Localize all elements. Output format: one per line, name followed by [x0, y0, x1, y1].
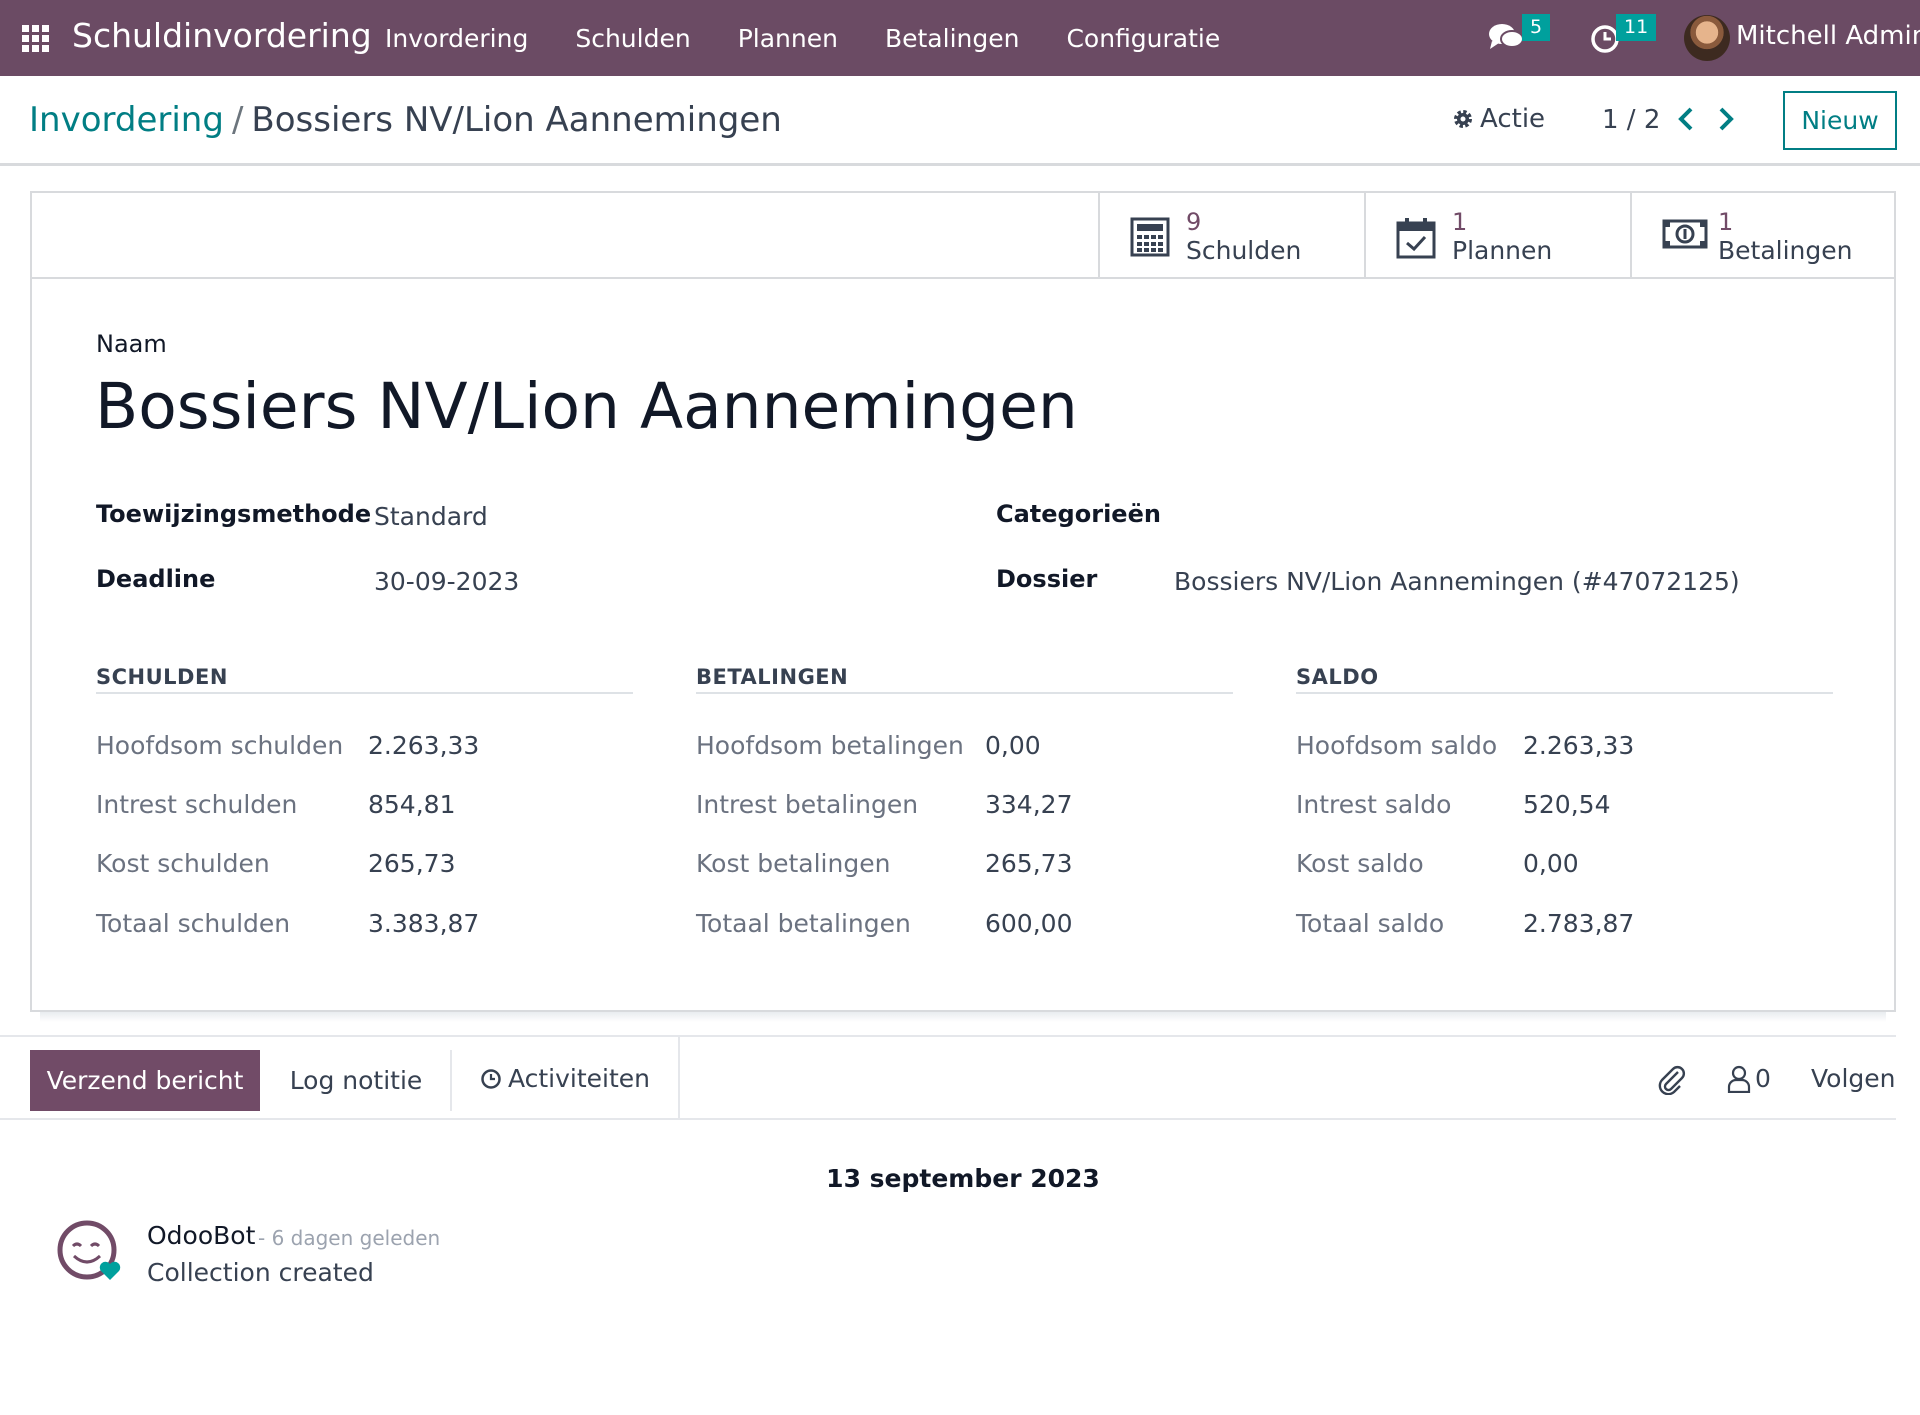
chat-icon[interactable] [1488, 22, 1524, 52]
kost-betalingen-label: Kost betalingen [696, 849, 891, 878]
odoobot-avatar [57, 1220, 121, 1280]
hoofdsom-saldo-label: Hoofdsom saldo [1296, 731, 1498, 760]
activities-badge: 11 [1616, 14, 1657, 41]
dossier-value[interactable]: Bossiers NV/Lion Aannemingen (#47072125) [1174, 567, 1740, 596]
totaal-saldo-value: 2.783,87 [1523, 909, 1635, 938]
activities-button[interactable]: Activiteiten [452, 1037, 680, 1120]
message-body: Collection created [147, 1258, 374, 1287]
activities-label: Activiteiten [507, 1064, 651, 1093]
smart-button-value: 1 [1718, 208, 1734, 236]
intrest-betalingen-value: 334,27 [985, 790, 1073, 819]
menu-invordering[interactable]: Invordering [385, 24, 528, 53]
kost-betalingen-value: 265,73 [985, 849, 1073, 878]
user-icon [1727, 1065, 1751, 1093]
categorieen-label: Categorieën [996, 500, 1161, 528]
name-label: Naam [96, 330, 167, 358]
smart-button-plannen[interactable]: 1 Plannen [1364, 193, 1630, 277]
log-note-button[interactable]: Log notitie [262, 1050, 452, 1111]
form-sheet: 9 Schulden 1 Plannen 1 Betalingen Naam B… [30, 191, 1896, 1012]
group-divider [1296, 692, 1833, 694]
hoofdsom-schulden-value: 2.263,33 [368, 731, 480, 760]
group-title-betalingen: BETALINGEN [696, 665, 849, 689]
deadline-value[interactable]: 30-09-2023 [374, 567, 519, 596]
gear-icon [1454, 110, 1472, 128]
paperclip-icon[interactable] [1656, 1063, 1686, 1095]
menu-plannen[interactable]: Plannen [738, 24, 838, 53]
menu-betalingen[interactable]: Betalingen [885, 24, 1020, 53]
intrest-betalingen-label: Intrest betalingen [696, 790, 919, 819]
kost-saldo-label: Kost saldo [1296, 849, 1424, 878]
user-avatar[interactable] [1684, 15, 1730, 61]
intrest-saldo-label: Intrest saldo [1296, 790, 1452, 819]
followers-button[interactable]: 0 [1727, 1064, 1771, 1093]
breadcrumb-separator: / [231, 100, 244, 140]
apps-grid-icon[interactable] [22, 25, 49, 52]
totaal-schulden-label: Totaal schulden [96, 909, 291, 938]
clock-icon [481, 1068, 501, 1089]
chevron-left-icon[interactable] [1676, 106, 1696, 132]
chatter-toolbar: Verzend bericht Log notitie Activiteiten… [0, 1035, 1896, 1120]
money-icon [1662, 219, 1708, 249]
action-menu-button[interactable]: Actie [1452, 104, 1545, 134]
group-divider [96, 692, 633, 694]
menu-schulden[interactable]: Schulden [575, 24, 690, 53]
intrest-schulden-label: Intrest schulden [96, 790, 298, 819]
action-label: Actie [1480, 104, 1546, 134]
pager-value[interactable]: 1 / 2 [1602, 105, 1660, 135]
totaal-schulden-value: 3.383,87 [368, 909, 480, 938]
sheet-shadow [40, 1012, 1886, 1022]
top-navbar: Schuldinvordering Invordering Schulden P… [0, 0, 1920, 76]
kost-schulden-label: Kost schulden [96, 849, 270, 878]
group-title-saldo: SALDO [1296, 665, 1379, 689]
main-menu: Invordering Schulden Plannen Betalingen … [385, 0, 1267, 76]
calendar-check-icon [1396, 218, 1436, 259]
message-author[interactable]: OdooBot [147, 1221, 255, 1250]
breadcrumb: Invordering / Bossiers NV/Lion Aannemingen [29, 100, 782, 140]
smart-button-value: 9 [1186, 208, 1202, 236]
smart-button-value: 1 [1452, 208, 1468, 236]
hoofdsom-saldo-value: 2.263,33 [1523, 731, 1635, 760]
follow-button[interactable]: Volgen [1811, 1064, 1896, 1093]
breadcrumb-parent[interactable]: Invordering [29, 100, 224, 140]
hoofdsom-betalingen-label: Hoofdsom betalingen [696, 731, 964, 760]
intrest-schulden-value: 854,81 [368, 790, 456, 819]
totaal-betalingen-value: 600,00 [985, 909, 1073, 938]
date-separator: 13 september 2023 [826, 1164, 1100, 1193]
hoofdsom-schulden-label: Hoofdsom schulden [96, 731, 344, 760]
calculator-icon [1130, 217, 1170, 257]
deadline-label: Deadline [96, 565, 216, 593]
smart-button-box: 9 Schulden 1 Plannen 1 Betalingen [32, 193, 1894, 279]
group-title-schulden: SCHULDEN [96, 665, 228, 689]
app-brand[interactable]: Schuldinvordering [72, 16, 372, 55]
smart-button-label: Plannen [1452, 236, 1553, 265]
smart-button-label: Schulden [1186, 236, 1302, 265]
group-divider [696, 692, 1233, 694]
control-panel: Invordering / Bossiers NV/Lion Aannemingen… [0, 76, 1920, 166]
chevron-right-icon[interactable] [1716, 106, 1736, 132]
totaal-betalingen-label: Totaal betalingen [696, 909, 911, 938]
record-name[interactable]: Bossiers NV/Lion Aannemingen [95, 370, 1078, 443]
smart-button-label: Betalingen [1718, 236, 1853, 265]
kost-saldo-value: 0,00 [1523, 849, 1579, 878]
messages-badge: 5 [1522, 14, 1551, 41]
toewijzingsmethode-label: Toewijzingsmethode [96, 500, 372, 528]
totaal-saldo-label: Totaal saldo [1296, 909, 1445, 938]
kost-schulden-value: 265,73 [368, 849, 456, 878]
hoofdsom-betalingen-value: 0,00 [985, 731, 1041, 760]
followers-count: 0 [1755, 1064, 1771, 1093]
breadcrumb-current: Bossiers NV/Lion Aannemingen [251, 100, 782, 140]
intrest-saldo-value: 520,54 [1523, 790, 1611, 819]
dossier-label: Dossier [996, 565, 1098, 593]
smart-button-schulden[interactable]: 9 Schulden [1098, 193, 1364, 277]
menu-configuratie[interactable]: Configuratie [1066, 24, 1220, 53]
send-message-button[interactable]: Verzend bericht [30, 1050, 260, 1111]
user-name[interactable]: Mitchell Admin [1736, 21, 1920, 51]
message-date: - 6 dagen geleden [258, 1226, 441, 1250]
smart-button-betalingen[interactable]: 1 Betalingen [1630, 193, 1896, 277]
new-button[interactable]: Nieuw [1783, 91, 1897, 150]
toewijzingsmethode-value[interactable]: Standard [374, 502, 488, 531]
